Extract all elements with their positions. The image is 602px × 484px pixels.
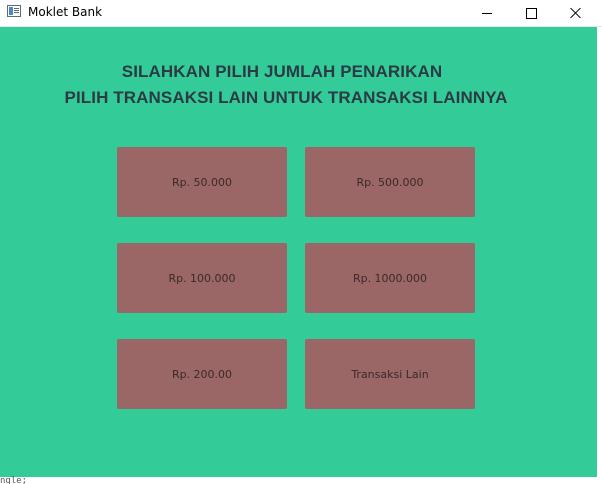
background-text-fragment: ngle;: [0, 476, 28, 484]
title-bar[interactable]: Moklet Bank: [0, 0, 602, 27]
heading-line-1: SILAHKAN PILIH JUMLAH PENARIKAN: [121, 62, 443, 81]
withdraw-200000-button[interactable]: Rp. 200.00: [117, 339, 287, 409]
minimize-button[interactable]: [464, 0, 510, 26]
window-title: Moklet Bank: [28, 5, 103, 19]
close-button[interactable]: [553, 0, 599, 26]
withdraw-500000-button[interactable]: Rp. 500.000: [305, 147, 475, 217]
window-right-edge: [597, 27, 602, 484]
app-window-icon: [7, 5, 21, 17]
withdraw-50000-button[interactable]: Rp. 50.000: [117, 147, 287, 217]
minimize-icon: [482, 12, 492, 14]
withdraw-100000-button[interactable]: Rp. 100.000: [117, 243, 287, 313]
withdrawal-panel: SILAHKAN PILIH JUMLAH PENARIKAN PILIH TR…: [0, 27, 597, 477]
app-window: Moklet Bank SILAHKAN PILIH JUMLAH PENARI…: [0, 0, 602, 484]
close-icon: [570, 7, 582, 19]
heading-line-2: PILIH TRANSAKSI LAIN UNTUK TRANSAKSI LAI…: [64, 88, 508, 107]
other-transaction-button[interactable]: Transaksi Lain: [305, 339, 475, 409]
maximize-button[interactable]: [508, 0, 554, 26]
window-bottom-edge: [0, 477, 602, 484]
maximize-icon: [525, 7, 537, 19]
withdraw-1000000-button[interactable]: Rp. 1000.000: [305, 243, 475, 313]
